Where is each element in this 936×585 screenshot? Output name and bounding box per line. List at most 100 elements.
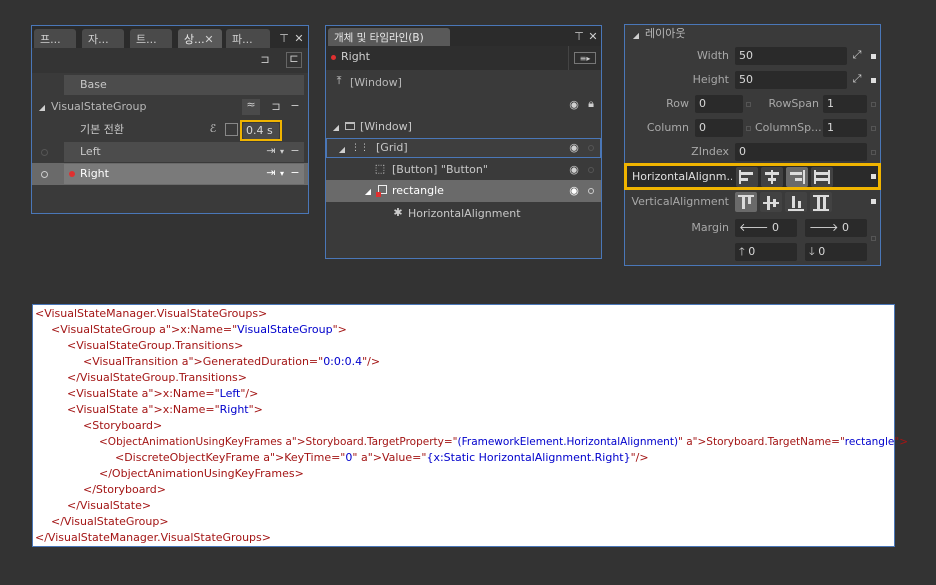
close-icon[interactable]: ✕ [204,34,214,46]
width-input[interactable]: 50 [735,47,847,65]
easing-curve-icon[interactable] [225,123,238,136]
xaml-code-view[interactable]: <VisualStateManager.VisualStateGroups> <… [32,304,908,547]
state-record-indicator[interactable] [41,171,48,178]
tree-item-window[interactable]: ◢ [Window] [326,116,601,137]
collapse-icon[interactable]: ◢ [332,122,340,134]
state-group-row[interactable]: ◢ VisualStateGroup ≈ ⊐ − [32,97,308,118]
collapse-icon[interactable]: ◢ [632,30,640,42]
tab-states[interactable]: 상... [178,29,222,48]
add-transition-icon[interactable]: ⇥ [264,145,278,157]
tab-objects-timeline[interactable]: 개체 및 타임라인(B) [328,28,450,46]
visibility-eye-icon[interactable]: ◉ [568,164,580,176]
add-transition-icon[interactable]: ⇥ [264,167,278,179]
align-bar-long [792,196,795,208]
advanced-options-marker[interactable] [871,174,876,179]
tab-triggers[interactable]: 트... [130,29,172,48]
lock-dot-icon[interactable] [588,188,594,194]
visibility-eye-icon[interactable]: ◉ [568,99,580,111]
add-state-icon[interactable]: ⊐ [268,101,284,113]
code-line: <VisualStateManager.VisualStateGroups> [35,307,267,321]
margin-left-value: 0 [772,221,779,234]
height-input[interactable]: 50 [735,71,847,89]
advanced-options-marker[interactable] [871,78,876,83]
remove-state-icon[interactable]: − [290,167,300,179]
advanced-options-marker[interactable] [746,126,751,131]
lock-dot-icon[interactable] [588,167,594,173]
objects-timeline-panel: 개체 및 타임라인(B) ⊤ ✕ Right ≡▸ ⤒ [Window] ◉ 🔒… [325,25,602,259]
advanced-options-marker[interactable] [871,199,876,204]
row-input[interactable]: 0 [695,95,743,113]
visibility-eye-icon[interactable]: ◉ [568,185,580,197]
valign-bottom-button[interactable] [785,192,807,212]
tab-assets[interactable]: 자... [82,29,124,48]
timeline-options-icon[interactable]: ≡▸ [574,52,596,64]
advanced-options-marker[interactable] [746,102,751,107]
easing-icon[interactable]: ℰ [206,123,220,135]
visibility-eye-icon[interactable]: ◉ [568,142,580,154]
add-state-group-icon[interactable]: ⊐ [256,54,274,66]
valign-top-button[interactable] [735,192,757,212]
pin-icon[interactable]: ⊤ [574,31,584,43]
align-bar-long [742,197,745,209]
base-state-row[interactable]: Base [32,75,308,96]
collapse-icon[interactable]: ◢ [38,102,46,114]
window-root-row[interactable]: ⤒ [Window] [326,72,601,93]
align-bar-long [816,178,828,181]
advanced-options-marker[interactable] [871,150,876,155]
snapshot-icon[interactable]: ⊏ [286,52,302,68]
columnspan-input[interactable]: 1 [823,119,867,137]
tab-parts[interactable]: 파... [226,29,270,48]
code-tag: <VisualStateManager.VisualStateGroups> [35,307,268,320]
state-right-label: Right [80,167,109,180]
window-icon [345,122,355,130]
lock-dot-icon[interactable] [588,145,594,151]
default-transition-row[interactable]: 기본 전환 ℰ 0.4 s [32,119,308,141]
margin-left-input[interactable]: 🡐︎ 0 [735,219,797,237]
tree-item-button[interactable]: ⬚ [Button] "Button" ◉ [326,159,601,180]
state-row-right[interactable]: Right ⇥ ▾ − [32,163,308,185]
margin-right-input[interactable]: 🡒︎ 0 [805,219,867,237]
fluid-layout-icon[interactable]: ≈ [242,99,260,115]
tree-item-property[interactable]: ✱ HorizontalAlignment [326,203,601,224]
align-bar-short [768,178,776,181]
column-input[interactable]: 0 [695,119,743,137]
tree-item-grid[interactable]: ◢ ⋮⋮ [Grid] ◉ [326,138,601,159]
remove-group-icon[interactable]: − [290,100,300,112]
width-label: Width [697,49,729,62]
auto-size-icon[interactable]: ⤢ [851,49,863,61]
tree-item-rectangle[interactable]: ◢ rectangle ◉ [326,180,601,202]
collapse-icon[interactable]: ◢ [338,144,346,156]
close-panel-icon[interactable]: ✕ [588,31,598,43]
zindex-input[interactable]: 0 [735,143,867,161]
state-row-left[interactable]: Left ⇥ ▾ − [32,142,308,163]
halign-center-button[interactable] [761,167,783,187]
collapse-icon[interactable]: ◢ [364,186,372,198]
close-panel-icon[interactable]: ✕ [294,33,304,45]
rowspan-input[interactable]: 1 [823,95,867,113]
advanced-options-marker[interactable] [871,54,876,59]
code-tag: </VisualStateGroup.Transitions> [67,371,248,384]
advanced-options-marker[interactable] [871,236,876,241]
dropdown-icon[interactable]: ▾ [278,168,286,180]
state-record-indicator[interactable] [41,149,48,156]
valign-center-button[interactable] [760,192,782,212]
valign-stretch-button[interactable] [810,192,832,212]
auto-size-icon[interactable]: ⤢ [851,73,863,85]
lock-icon[interactable]: 🔒︎ [586,98,596,110]
code-tag: </ObjectAnimationUsingKeyFrames> [99,467,304,480]
timeline-state-bar: Right ≡▸ [326,46,601,70]
arrow-up-icon: 🡑︎ [739,245,749,258]
remove-state-icon[interactable]: − [290,145,300,157]
transition-duration-input[interactable]: 0.4 s [243,123,279,139]
scope-up-icon[interactable]: ⤒ [333,75,345,87]
dropdown-icon[interactable]: ▾ [278,146,286,158]
margin-top-input[interactable]: 🡑︎ 0 [735,243,797,261]
advanced-options-marker[interactable] [871,126,876,131]
margin-bottom-input[interactable]: 🡓︎ 0 [805,243,867,261]
halign-stretch-button[interactable] [811,167,833,187]
pin-icon[interactable]: ⊤ [279,33,289,45]
advanced-options-marker[interactable] [871,102,876,107]
tab-projects[interactable]: 프... [34,29,76,48]
halign-left-button[interactable] [736,167,758,187]
halign-right-button[interactable] [786,167,808,187]
